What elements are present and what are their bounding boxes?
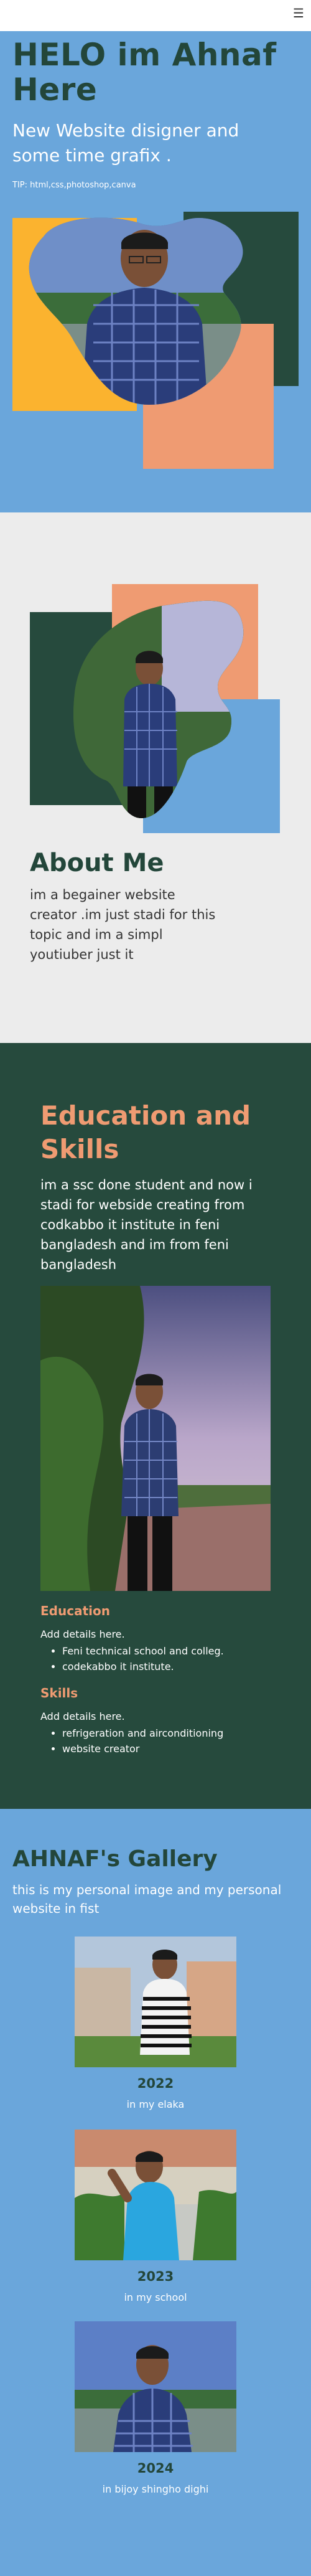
list-item: codekabbo it institute. bbox=[62, 1659, 224, 1674]
about-photo bbox=[73, 600, 244, 818]
gallery-title: AHNAF's Gallery bbox=[12, 1846, 218, 1872]
gallery-item: 2022 in my elaka bbox=[68, 1937, 243, 2110]
education-title: Education and Skills bbox=[40, 1100, 251, 1164]
gallery-year: 2022 bbox=[137, 2076, 174, 2091]
gallery-caption: in bijoy shingho dighi bbox=[102, 2483, 209, 2495]
gallery-photo bbox=[75, 2321, 236, 2452]
gallery-item: 2024 in bijoy shingho dighi bbox=[68, 2321, 243, 2495]
gallery-year: 2023 bbox=[137, 2269, 174, 2284]
gallery-photo bbox=[75, 1937, 236, 2067]
education-photo bbox=[40, 1286, 271, 1591]
education-heading: Education bbox=[40, 1603, 110, 1618]
hero-subtitle: New Website disigner and some time grafi… bbox=[12, 120, 239, 166]
gallery-year: 2024 bbox=[137, 2461, 174, 2476]
gallery-subtitle: this is my personal image and my persona… bbox=[12, 1882, 282, 1916]
list-item: website creator bbox=[62, 1741, 223, 1757]
gallery-section: AHNAF's Gallery this is my personal imag… bbox=[0, 1809, 311, 2576]
gallery-caption: in my school bbox=[124, 2291, 187, 2303]
about-text: im a begainer website creator .im just s… bbox=[30, 887, 216, 962]
education-text: im a ssc done student and now i stadi fo… bbox=[40, 1177, 253, 1272]
skills-add-details: Add details here. bbox=[40, 1710, 125, 1722]
about-section: About Me im a begainer website creator .… bbox=[0, 512, 311, 1043]
hero-tip: TIP: html,css,photoshop,canva bbox=[12, 181, 136, 190]
gallery-item: 2023 in my school bbox=[68, 2130, 243, 2303]
hero-orange-block bbox=[143, 324, 274, 469]
education-section: Education and Skills im a ssc done stude… bbox=[0, 1043, 311, 1809]
list-item: Feni technical school and colleg. bbox=[62, 1643, 224, 1659]
education-list: Feni technical school and colleg. codeka… bbox=[62, 1643, 224, 1674]
hero-green-block bbox=[183, 212, 299, 386]
about-title: About Me bbox=[30, 849, 164, 877]
list-item: refrigeration and airconditioning bbox=[62, 1725, 223, 1741]
hero-section: HELO im Ahnaf Here New Website disigner … bbox=[0, 31, 311, 512]
hero-photo bbox=[29, 217, 243, 405]
hamburger-menu-icon[interactable]: ☰ bbox=[292, 7, 305, 19]
education-add-details: Add details here. bbox=[40, 1628, 125, 1640]
top-bar: ☰ bbox=[0, 0, 311, 31]
skills-heading: Skills bbox=[40, 1686, 78, 1701]
hero-title: HELO im Ahnaf Here bbox=[12, 37, 277, 108]
hero-yellow-block bbox=[12, 218, 137, 411]
skills-list: refrigeration and airconditioning websit… bbox=[62, 1725, 223, 1757]
gallery-photo bbox=[75, 2130, 236, 2260]
gallery-caption: in my elaka bbox=[126, 2098, 185, 2110]
